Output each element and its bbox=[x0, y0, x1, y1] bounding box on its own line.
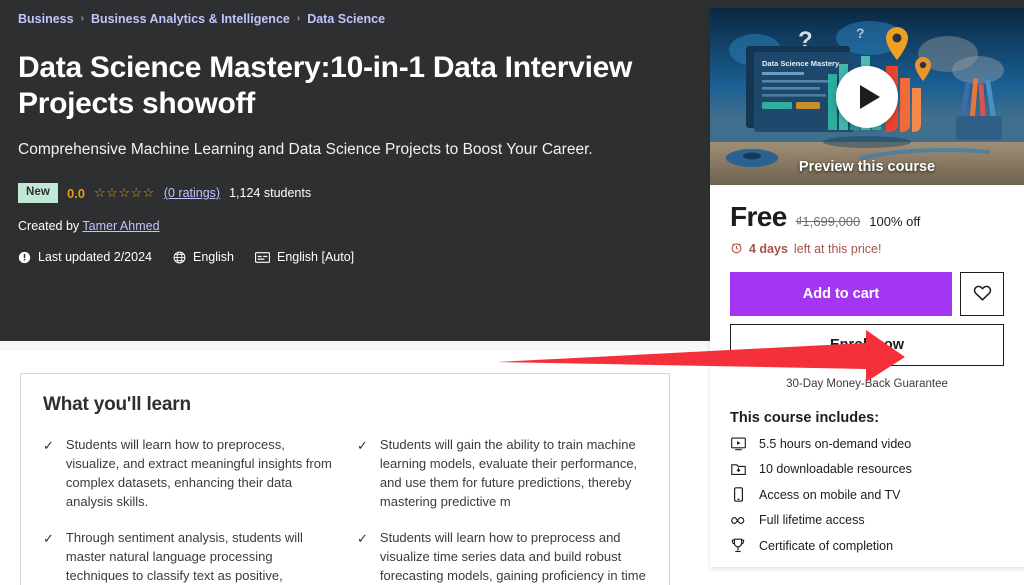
urgency-amount: 4 days bbox=[749, 242, 788, 256]
status-badge-new: New bbox=[18, 183, 58, 204]
course-includes-list: 5.5 hours on-demand video 10 downloadabl… bbox=[730, 437, 1004, 553]
play-button[interactable] bbox=[836, 65, 898, 128]
includes-label: Access on mobile and TV bbox=[759, 487, 901, 502]
rating-value: 0.0 bbox=[66, 185, 86, 201]
original-price: ₫1,699,000 bbox=[795, 214, 861, 229]
wishlist-button[interactable] bbox=[960, 272, 1004, 316]
course-includes-title: This course includes: bbox=[730, 410, 880, 426]
students-count: 1,124 students bbox=[229, 186, 312, 201]
mobile-phone-icon bbox=[730, 487, 746, 502]
includes-label: Certificate of completion bbox=[759, 538, 894, 553]
info-circle-icon bbox=[18, 251, 31, 264]
list-item: 5.5 hours on-demand video bbox=[730, 437, 1004, 451]
svg-text:Data Science Mastery: Data Science Mastery bbox=[762, 59, 840, 68]
instructor-link[interactable]: Tamer Ahmed bbox=[82, 219, 159, 233]
learn-item-text: Students will learn how to preprocess an… bbox=[379, 530, 646, 584]
meta-label: English [Auto] bbox=[277, 250, 355, 265]
price-urgency-notice: 4 days left at this price! bbox=[730, 241, 1004, 257]
main-content: What you'll learn ✓ Students will learn … bbox=[0, 351, 710, 585]
breadcrumb-item-data-science[interactable]: Data Science bbox=[307, 12, 385, 26]
learn-item-text: Students will gain the ability to train … bbox=[379, 437, 638, 509]
infinity-icon bbox=[730, 515, 746, 526]
meta-last-updated: Last updated 2/2024 bbox=[18, 250, 152, 264]
rating-row: New 0.0 ☆☆☆☆☆ (0 ratings) 1,124 students bbox=[18, 183, 678, 204]
check-icon: ✓ bbox=[43, 438, 54, 453]
meta-captions: English [Auto] bbox=[255, 250, 354, 264]
trophy-icon bbox=[730, 538, 746, 553]
created-by-label: Created by bbox=[18, 219, 80, 234]
course-landing-page: Business › Business Analytics & Intellig… bbox=[0, 0, 1024, 585]
purchase-sidebar: ? ? Data Science Mastery Preview this co… bbox=[710, 8, 1024, 567]
add-to-cart-button[interactable]: Add to cart bbox=[730, 272, 952, 316]
includes-label: 5.5 hours on-demand video bbox=[759, 437, 912, 451]
svg-text:?: ? bbox=[856, 25, 865, 41]
globe-icon bbox=[173, 251, 186, 264]
includes-label: Full lifetime access bbox=[759, 513, 865, 527]
learn-item-text: Through sentiment analysis, students wil… bbox=[65, 530, 303, 584]
video-monitor-icon bbox=[730, 437, 746, 451]
money-back-guarantee: 30-Day Money-Back Guarantee bbox=[786, 378, 948, 390]
list-item: ✓ Students will learn how to preprocess,… bbox=[43, 436, 333, 511]
list-item: ✓ Through sentiment analysis, students w… bbox=[43, 529, 333, 585]
check-icon: ✓ bbox=[357, 438, 368, 453]
discount-percent: 100% off bbox=[869, 214, 921, 229]
created-by-row: Created by Tamer Ahmed bbox=[18, 219, 678, 233]
download-file-icon bbox=[730, 462, 746, 476]
ratings-count-link[interactable]: (0 ratings) bbox=[164, 186, 220, 200]
check-icon: ✓ bbox=[357, 531, 368, 547]
page-title: Data Science Mastery:10-in-1 Data Interv… bbox=[18, 51, 633, 120]
heart-icon bbox=[973, 284, 992, 305]
includes-label: 10 downloadable resources bbox=[759, 462, 912, 476]
star-rating-icon: ☆☆☆☆☆ bbox=[94, 185, 155, 201]
course-subtitle: Comprehensive Machine Learning and Data … bbox=[18, 141, 593, 159]
list-item: ✓ Students will gain the ability to trai… bbox=[357, 436, 647, 511]
enroll-now-button[interactable]: Enroll now bbox=[730, 324, 1004, 366]
closed-caption-icon bbox=[255, 251, 270, 264]
list-item: Access on mobile and TV bbox=[730, 487, 1004, 502]
what-you-will-learn-card: What you'll learn ✓ Students will learn … bbox=[20, 373, 670, 585]
breadcrumb-item-business[interactable]: Business bbox=[18, 12, 74, 26]
breadcrumb-separator-icon: › bbox=[80, 13, 84, 24]
learn-item-text: Students will learn how to preprocess, v… bbox=[65, 437, 332, 509]
meta-language: English bbox=[173, 250, 234, 264]
list-item: Certificate of completion bbox=[730, 538, 1004, 553]
list-item: ✓ Students will learn how to preprocess … bbox=[357, 529, 647, 585]
current-price: Free bbox=[730, 201, 787, 232]
play-icon bbox=[859, 84, 880, 109]
course-meta-row: Last updated 2/2024 English English [Aut… bbox=[18, 250, 678, 264]
what-you-will-learn-title: What you'll learn bbox=[43, 394, 191, 415]
course-preview-video[interactable]: ? ? Data Science Mastery Preview this co… bbox=[710, 8, 1024, 185]
purchase-button-row: Add to cart bbox=[730, 272, 1004, 316]
price-row: Free ₫1,699,000 100% off bbox=[730, 201, 1004, 233]
alarm-clock-icon bbox=[730, 241, 743, 257]
list-item: Full lifetime access bbox=[730, 513, 1004, 527]
meta-label: Last updated 2/2024 bbox=[38, 250, 152, 265]
breadcrumb: Business › Business Analytics & Intellig… bbox=[18, 0, 678, 26]
breadcrumb-separator-icon: › bbox=[296, 13, 301, 24]
urgency-text: left at this price! bbox=[793, 242, 882, 256]
preview-label: Preview this course bbox=[798, 159, 936, 175]
meta-label: English bbox=[193, 250, 234, 265]
learn-items-grid: ✓ Students will learn how to preprocess,… bbox=[43, 436, 647, 585]
check-icon: ✓ bbox=[43, 531, 54, 547]
list-item: 10 downloadable resources bbox=[730, 462, 1004, 476]
breadcrumb-item-business-analytics[interactable]: Business Analytics & Intelligence bbox=[91, 12, 290, 26]
